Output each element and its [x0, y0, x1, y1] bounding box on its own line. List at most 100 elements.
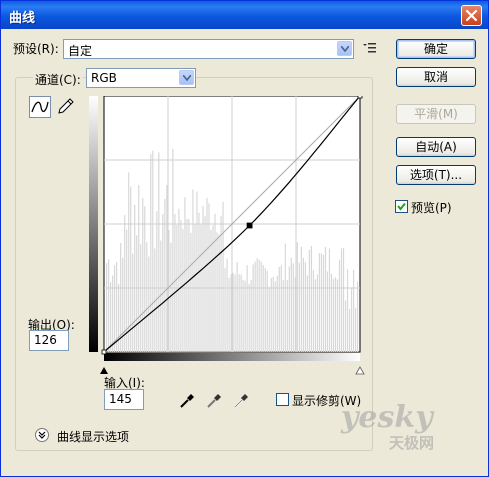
- histogram-bar: [284, 243, 286, 352]
- histogram-bar: [174, 213, 176, 352]
- histogram-bar: [234, 274, 236, 352]
- histogram-bar: [268, 287, 270, 352]
- cancel-button[interactable]: 取消: [396, 67, 476, 87]
- histogram-bar: [276, 275, 278, 352]
- histogram-bar: [220, 215, 222, 352]
- input-field[interactable]: 145: [104, 389, 144, 410]
- white-point-slider[interactable]: [355, 366, 365, 375]
- histogram-bar: [228, 278, 230, 352]
- chevron-down-icon[interactable]: [337, 41, 352, 56]
- preview-label: 预览(P): [411, 201, 452, 215]
- histogram-bar: [312, 270, 315, 352]
- histogram-bar: [248, 283, 250, 352]
- histogram-bar: [316, 274, 319, 352]
- histogram-bar: [286, 280, 288, 352]
- preset-select[interactable]: 自定: [63, 39, 354, 59]
- histogram-bar: [204, 216, 206, 352]
- histogram-bar: [156, 211, 158, 352]
- histogram-bar: [178, 208, 180, 352]
- window-title: 曲线: [9, 11, 36, 26]
- curve-point-tool-icon: [31, 101, 49, 113]
- chevron-down-icon[interactable]: [179, 70, 194, 85]
- black-point-slider[interactable]: [100, 367, 108, 374]
- histogram-bar: [138, 184, 140, 352]
- curve-display-options-toggle[interactable]: [35, 428, 49, 442]
- histogram-bar: [246, 265, 248, 352]
- histogram-bar: [280, 265, 282, 352]
- preview-checkbox[interactable]: [395, 200, 408, 213]
- close-button[interactable]: [461, 5, 482, 26]
- gray-eyedropper-icon[interactable]: [206, 391, 224, 409]
- curve-control-point[interactable]: [246, 222, 253, 229]
- histogram-bar: [172, 148, 174, 352]
- histogram-bar: [224, 268, 226, 352]
- histogram-bar: [196, 191, 198, 352]
- curve-point-tool-button[interactable]: [29, 96, 51, 118]
- histogram-bar: [106, 262, 108, 352]
- histogram-bar: [184, 197, 186, 352]
- histogram-bar: [292, 263, 294, 352]
- histogram-bar: [250, 279, 252, 352]
- histogram-bar: [264, 268, 266, 352]
- histogram-bar: [302, 257, 304, 352]
- curve-control-point[interactable]: [101, 349, 107, 355]
- ok-button[interactable]: 确定: [396, 39, 476, 59]
- histogram-bar: [216, 232, 218, 352]
- histogram-bar: [340, 248, 343, 352]
- histogram-bar: [244, 280, 246, 352]
- histogram-bar: [238, 274, 240, 352]
- histogram-bar: [290, 257, 292, 352]
- histogram-bar: [356, 281, 359, 352]
- histogram-bar: [328, 248, 331, 352]
- output-field[interactable]: 126: [29, 330, 69, 351]
- watermark-logo: yesky: [341, 400, 433, 435]
- histogram-bar: [186, 218, 188, 352]
- histogram-bar: [324, 246, 327, 352]
- smooth-button[interactable]: 平滑(M): [396, 104, 476, 124]
- histogram-bar: [214, 213, 216, 352]
- histogram-bar: [212, 225, 214, 352]
- preset-value: 自定: [68, 44, 93, 58]
- histogram-bar: [296, 242, 298, 352]
- histogram-bar: [314, 279, 317, 352]
- auto-button[interactable]: 自动(A): [396, 137, 476, 157]
- preset-menu-icon[interactable]: [362, 41, 378, 55]
- histogram-bar: [344, 300, 347, 352]
- histogram-bar: [206, 197, 208, 352]
- histogram-bar: [288, 266, 290, 352]
- show-clipping-checkbox[interactable]: [276, 393, 289, 406]
- histogram-bar: [304, 262, 306, 352]
- title-bar[interactable]: 曲线: [1, 1, 488, 29]
- histogram-bar: [218, 234, 220, 352]
- histogram-bar: [332, 278, 335, 352]
- histogram-bar: [256, 258, 258, 352]
- channel-select[interactable]: RGB: [86, 68, 196, 88]
- histogram-bar: [182, 228, 184, 352]
- histogram-bar: [274, 281, 276, 352]
- black-eyedropper-icon[interactable]: [179, 391, 197, 409]
- curve-graph[interactable]: [89, 96, 369, 378]
- histogram-bar: [118, 283, 120, 352]
- histogram-bar: [318, 253, 321, 352]
- histogram-bar: [306, 275, 308, 352]
- check-icon: [397, 202, 406, 211]
- pencil-tool-button[interactable]: [55, 96, 77, 118]
- histogram-bar: [308, 249, 310, 352]
- channel-label: 通道(C):: [33, 71, 83, 88]
- histogram-bar: [110, 282, 112, 352]
- histogram-bar: [142, 197, 144, 352]
- histogram-bar: [262, 265, 264, 352]
- curve-control-point[interactable]: [357, 96, 363, 99]
- histogram-bar: [348, 308, 351, 352]
- histogram-bar: [128, 172, 130, 352]
- options-button[interactable]: 选项(T)...: [396, 165, 476, 185]
- expand-chevron-icon: [38, 431, 46, 439]
- white-eyedropper-icon[interactable]: [233, 391, 251, 409]
- output-gradient-bar: [89, 96, 98, 352]
- histogram-bar: [338, 259, 341, 352]
- histogram-bar: [180, 219, 182, 352]
- curve-display-options-label: 曲线显示选项: [57, 428, 133, 445]
- histogram-bar: [258, 259, 260, 352]
- histogram-bar: [192, 189, 194, 352]
- histogram-bar: [298, 262, 300, 352]
